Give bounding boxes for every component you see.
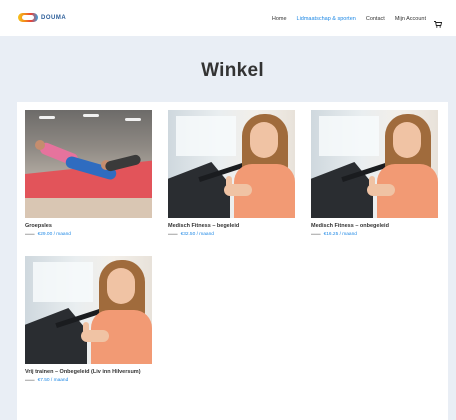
woman-face bbox=[393, 122, 421, 158]
product-image-fitness-woman[interactable] bbox=[168, 110, 295, 218]
old-price: —— bbox=[25, 378, 35, 383]
cart-icon[interactable] bbox=[434, 15, 443, 28]
main-menu: Home Lidmaatschap & sporten Contact Mijn… bbox=[262, 15, 443, 28]
old-price: —— bbox=[311, 232, 321, 237]
thumbs-up-icon bbox=[226, 176, 232, 188]
current-price: €32.50 / maand bbox=[180, 232, 214, 237]
page-title: Winkel bbox=[201, 60, 264, 81]
product-card-medisch-fitness-onbegeleid[interactable]: Medisch Fitness – onbegeleid —— €16.25 / … bbox=[311, 110, 438, 237]
current-price: €7.50 / maand bbox=[37, 378, 69, 383]
nav-mijn-account[interactable]: Mijn Account bbox=[395, 16, 426, 22]
nav-lidmaatschap-sporten[interactable]: Lidmaatschap & sporten bbox=[297, 16, 356, 22]
nav-contact[interactable]: Contact bbox=[366, 16, 385, 22]
window bbox=[176, 116, 236, 156]
ceiling-light bbox=[39, 116, 55, 119]
current-price: €16.25 / maand bbox=[323, 232, 357, 237]
thumbs-up-icon bbox=[369, 176, 375, 188]
top-navigation-bar: DOUMA Home Lidmaatschap & sporten Contac… bbox=[0, 0, 456, 36]
woman-face bbox=[250, 122, 278, 158]
nav-home[interactable]: Home bbox=[272, 16, 287, 22]
product-title[interactable]: Medisch Fitness – onbegeleid bbox=[311, 223, 438, 230]
ceiling-light bbox=[83, 114, 99, 117]
product-price: —— €32.50 / maand bbox=[168, 232, 295, 237]
old-price: —— bbox=[168, 232, 178, 237]
product-card-vrij-trainen[interactable]: Vrij trainen – Onbegeleid (Liv inn Hilve… bbox=[25, 256, 152, 383]
page-hero: Winkel bbox=[17, 36, 448, 102]
thumbs-up-icon bbox=[83, 322, 89, 334]
cart-icon-glyph bbox=[434, 21, 443, 28]
window bbox=[319, 116, 379, 156]
product-image-group-class[interactable] bbox=[25, 110, 152, 218]
old-price: —— bbox=[25, 232, 35, 237]
logo-text: DOUMA bbox=[41, 14, 67, 21]
logo-icon bbox=[18, 13, 38, 22]
product-card-groepsles[interactable]: Groepsles —— €29.00 / maand bbox=[25, 110, 152, 237]
product-price: —— €29.00 / maand bbox=[25, 232, 152, 237]
product-title[interactable]: Groepsles bbox=[25, 223, 152, 230]
woman-face bbox=[107, 268, 135, 304]
product-title[interactable]: Vrij trainen – Onbegeleid (Liv inn Hilve… bbox=[25, 369, 152, 376]
product-grid: Groepsles —— €29.00 / maand Medisch Fitne… bbox=[17, 102, 448, 420]
product-image-fitness-woman[interactable] bbox=[311, 110, 438, 218]
current-price: €29.00 / maand bbox=[37, 232, 71, 237]
product-price: —— €7.50 / maand bbox=[25, 378, 152, 383]
product-price: —— €16.25 / maand bbox=[311, 232, 438, 237]
ceiling-light bbox=[125, 118, 141, 121]
window bbox=[33, 262, 93, 302]
product-card-medisch-fitness-begeleid[interactable]: Medisch Fitness – begeleid —— €32.50 / ma… bbox=[168, 110, 295, 237]
product-title[interactable]: Medisch Fitness – begeleid bbox=[168, 223, 295, 230]
site-logo[interactable]: DOUMA bbox=[18, 13, 66, 22]
product-image-fitness-woman[interactable] bbox=[25, 256, 152, 364]
person-head bbox=[35, 140, 45, 150]
floor bbox=[25, 198, 152, 218]
